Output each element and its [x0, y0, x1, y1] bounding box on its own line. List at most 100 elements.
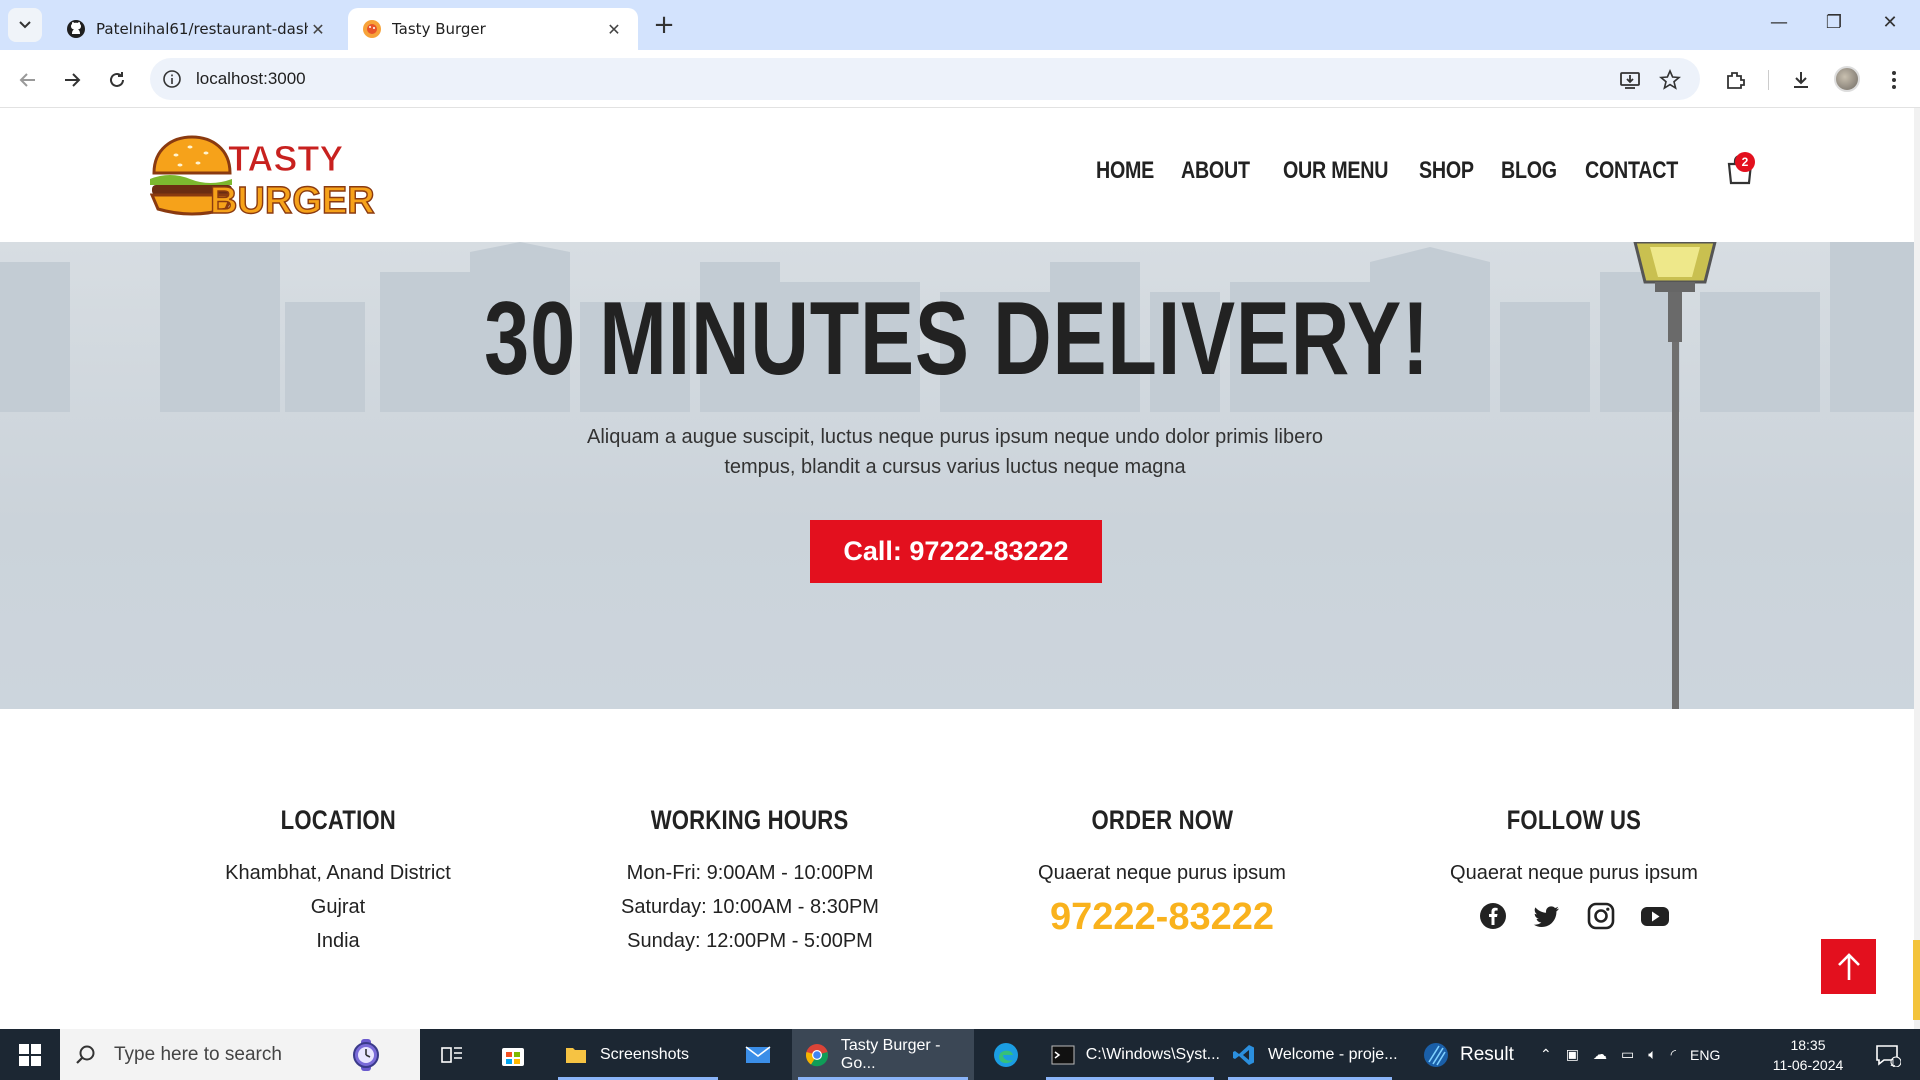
site-info-icon[interactable]	[162, 69, 182, 89]
microsoft-store-button[interactable]	[495, 1029, 531, 1080]
close-icon[interactable]: ✕	[604, 19, 624, 39]
windows-logo-icon	[19, 1043, 41, 1066]
mail-app-button[interactable]	[740, 1029, 776, 1080]
toolbar-divider	[1768, 70, 1769, 90]
task-view-icon	[441, 1046, 462, 1063]
notification-icon	[1876, 1044, 1901, 1067]
back-button[interactable]	[14, 66, 42, 94]
url-text[interactable]: localhost:3000	[196, 69, 306, 89]
edge-icon	[994, 1042, 1018, 1067]
taskbar-item-result[interactable]: Result	[1412, 1029, 1532, 1080]
profile-avatar[interactable]	[1834, 66, 1860, 92]
facebook-icon[interactable]	[1477, 900, 1509, 932]
extensions-icon[interactable]	[1723, 68, 1747, 92]
minimize-icon[interactable]: —	[1765, 12, 1793, 33]
logo-text-bottom: BURGER	[210, 180, 375, 222]
main-navigation: HOME ABOUT OUR MENU SHOP BLOG CONTACT	[1096, 157, 1698, 185]
meet-now-icon[interactable]: ▣	[1566, 1046, 1579, 1063]
language-indicator[interactable]: ENG	[1690, 1047, 1720, 1063]
taskbar-search-box[interactable]: Type here to search	[60, 1029, 420, 1080]
reload-icon	[110, 72, 124, 87]
arrow-left-icon	[19, 73, 35, 87]
tab-github[interactable]: Patelnihal61/restaurant-dashbo ✕	[52, 8, 342, 50]
task-view-button[interactable]	[434, 1029, 470, 1080]
onedrive-icon[interactable]: ☁	[1593, 1046, 1607, 1063]
battery-icon[interactable]: ▭	[1621, 1046, 1634, 1063]
install-app-icon[interactable]	[1618, 68, 1642, 92]
taskbar-item-label: Result	[1460, 1043, 1514, 1065]
search-icon	[76, 1045, 95, 1064]
hours-line: Sunday: 12:00PM - 5:00PM	[627, 930, 873, 952]
taskbar-clock[interactable]: 18:35 11-06-2024	[1760, 1035, 1856, 1075]
site-header: TASTY BURGER HOME ABOUT OUR MENU SHOP BL…	[0, 109, 1914, 242]
taskbar-item-label: Tasty Burger - Go...	[840, 1036, 941, 1072]
tab-tasty-burger[interactable]: Tasty Burger ✕	[348, 8, 638, 50]
new-tab-button[interactable]: +	[650, 12, 678, 40]
tab-title: Patelnihal61/restaurant-dashbo	[96, 20, 308, 38]
terminal-icon	[1050, 1041, 1076, 1069]
nav-home[interactable]: HOME	[1096, 157, 1154, 185]
location-line: Gujrat	[310, 896, 366, 918]
tab-title: Tasty Burger	[392, 20, 486, 38]
network-icon[interactable]: ◜	[1671, 1046, 1676, 1063]
follow-text: Quaerat neque purus ipsum	[1450, 862, 1698, 884]
browser-tab-bar: Patelnihal61/restaurant-dashbo ✕ Tasty B…	[0, 0, 1920, 50]
close-window-icon[interactable]: ✕	[1876, 12, 1904, 33]
tab-search-button[interactable]	[8, 8, 42, 42]
cricket-icon	[1422, 1041, 1450, 1069]
hero-section: 30 MINUTES DELIVERY! Aliquam a augue sus…	[0, 242, 1914, 709]
taskbar-item-chrome[interactable]: Tasty Burger - Go...	[792, 1029, 974, 1080]
close-icon[interactable]: ✕	[308, 19, 328, 39]
search-highlight-icon	[353, 1039, 379, 1071]
browser-toolbar: localhost:3000	[0, 50, 1920, 108]
store-icon	[502, 1047, 524, 1066]
nav-shop[interactable]: SHOP	[1419, 157, 1474, 185]
taskbar-item-label: Welcome - proje...	[1268, 1045, 1398, 1063]
taskbar-item-cmd[interactable]: C:\Windows\Syst...	[1040, 1029, 1220, 1080]
burger-logo-icon: TASTY BURGER	[149, 135, 375, 223]
nav-our-menu[interactable]: OUR MENU	[1283, 157, 1388, 185]
kebab-menu-icon[interactable]	[1882, 68, 1906, 92]
chevron-up-icon[interactable]: ⌃	[1540, 1046, 1552, 1063]
youtube-icon[interactable]	[1639, 900, 1671, 932]
bookmark-star-icon[interactable]	[1658, 68, 1682, 92]
chevron-down-icon	[19, 21, 31, 29]
chrome-icon	[804, 1041, 831, 1069]
github-icon	[67, 20, 85, 38]
call-button[interactable]: Call: 97222-83222	[810, 520, 1102, 583]
info-section: LOCATION Khambhat, Anand District Gujrat…	[0, 709, 1914, 1029]
folder-icon	[562, 1041, 590, 1069]
downloads-icon[interactable]	[1789, 68, 1813, 92]
taskbar-item-vscode[interactable]: Welcome - proje...	[1222, 1029, 1398, 1080]
reload-button[interactable]	[103, 66, 131, 94]
search-placeholder: Type here to search	[114, 1043, 282, 1065]
follow-us-heading: FOLLOW US	[1506, 805, 1642, 835]
page-scrollbar[interactable]	[1914, 108, 1920, 1029]
mail-icon	[745, 1045, 771, 1063]
cart-count-badge: 2	[1735, 152, 1755, 172]
twitter-icon[interactable]	[1531, 900, 1563, 932]
order-phone-link[interactable]: 97222-83222	[962, 896, 1362, 939]
address-bar[interactable]: localhost:3000	[150, 58, 1700, 100]
follow-us-column: FOLLOW US Quaerat neque purus ipsum	[1374, 805, 1774, 932]
nav-contact[interactable]: CONTACT	[1585, 157, 1678, 185]
taskbar-item-screenshots[interactable]: Screenshots	[552, 1029, 724, 1080]
edge-button[interactable]	[988, 1029, 1024, 1080]
windows-start-button[interactable]	[0, 1029, 60, 1080]
nav-about[interactable]: ABOUT	[1181, 157, 1250, 185]
scrollbar-thumb[interactable]	[1913, 940, 1920, 1020]
instagram-icon[interactable]	[1585, 900, 1617, 932]
volume-icon[interactable]: 🔈︎	[1648, 1046, 1656, 1063]
notification-center-button[interactable]: 1	[1868, 1029, 1908, 1080]
clock-date: 11-06-2024	[1772, 1057, 1844, 1073]
back-to-top-button[interactable]	[1821, 939, 1876, 994]
nav-blog[interactable]: BLOG	[1501, 157, 1557, 185]
location-line: India	[316, 930, 360, 952]
forward-button[interactable]	[58, 66, 86, 94]
logo-text-top: TASTY	[228, 138, 343, 179]
restore-icon[interactable]: ❐	[1820, 12, 1848, 33]
order-now-column: ORDER NOW Quaerat neque purus ipsum 9722…	[962, 805, 1362, 939]
tasty-burger-logo[interactable]: TASTY BURGER	[149, 129, 380, 224]
location-column: LOCATION Khambhat, Anand District Gujrat…	[138, 805, 538, 958]
working-hours-column: WORKING HOURS Mon-Fri: 9:00AM - 10:00PM …	[550, 805, 950, 958]
